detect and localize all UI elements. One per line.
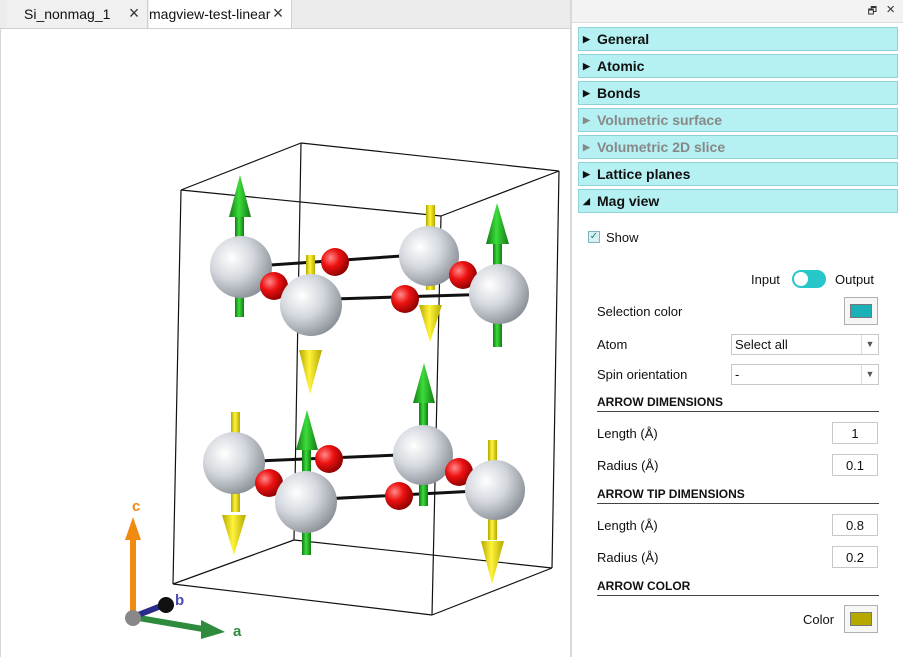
section-bonds[interactable]: ▶ Bonds (578, 81, 898, 105)
section-volumetric-2d-slice[interactable]: ▶ Volumetric 2D slice (578, 135, 898, 159)
expand-arrow-icon: ▶ (583, 87, 590, 98)
tip-radius-input[interactable]: 0.2 (832, 546, 878, 568)
close-icon[interactable]: × (886, 1, 895, 18)
section-atomic[interactable]: ▶ Atomic (578, 54, 898, 78)
toggle-output-label: Output (835, 272, 875, 287)
axis-triad (125, 517, 225, 639)
axis-label-a: a (233, 623, 242, 640)
selection-color-swatch (850, 304, 872, 318)
chevron-down-icon: ▼ (861, 365, 878, 384)
section-lattice-planes[interactable]: ▶ Lattice planes (578, 162, 898, 186)
spin-orientation-label: Spin orientation (597, 367, 688, 382)
toggle-input-label: Input (751, 272, 780, 287)
show-checkbox[interactable]: ✓ (588, 231, 600, 243)
expand-arrow-icon: ▶ (583, 114, 590, 125)
radius-label: Radius (Å) (597, 458, 659, 473)
restore-icon[interactable]: 🗗 (868, 4, 877, 21)
section-general[interactable]: ▶ General (578, 27, 898, 51)
atoms (203, 226, 529, 533)
spin-orientation-select[interactable]: - ▼ (731, 364, 879, 385)
panel-title-bar: 🗗 × (572, 0, 903, 23)
expand-arrow-icon: ▶ (583, 168, 590, 179)
structure-3d-viewport[interactable]: c b a (0, 29, 571, 657)
arrow-color-button[interactable] (844, 605, 878, 633)
tab-label: magview-test-linear (149, 6, 271, 22)
expand-arrow-icon: ▶ (583, 60, 590, 71)
properties-panel: 🗗 × ▶ General ▶ Atomic ▶ Bonds ▶ Volumetric … (572, 0, 903, 657)
radius-input[interactable]: 0.1 (832, 454, 878, 476)
section-volumetric-surface[interactable]: ▶ Volumetric surface (578, 108, 898, 132)
tip-radius-label: Radius (Å) (597, 550, 659, 565)
chevron-down-icon: ▼ (861, 335, 878, 354)
axis-label-c: c (132, 498, 141, 515)
expand-arrow-icon: ▶ (583, 141, 590, 152)
tab-si-nonmag[interactable]: Si_nonmag_1 × (6, 0, 148, 28)
axis-label-b: b (175, 592, 185, 609)
section-mag-view[interactable]: ◢ Mag view (578, 189, 898, 213)
atom-label: Atom (597, 337, 628, 352)
selection-color-button[interactable] (844, 297, 878, 325)
input-output-toggle[interactable] (792, 270, 826, 288)
structure-canvas[interactable] (1, 29, 571, 657)
arrow-color-label: Color (803, 612, 835, 627)
collapse-arrow-icon: ◢ (583, 195, 590, 206)
arrow-tip-dimensions-header: ARROW TIP DIMENSIONS (597, 487, 879, 504)
length-input[interactable]: 1 (832, 422, 878, 444)
close-icon[interactable]: × (125, 4, 143, 22)
arrow-color-swatch (850, 612, 872, 626)
tab-label: Si_nonmag_1 (24, 6, 111, 22)
close-icon[interactable]: × (269, 4, 287, 22)
toggle-knob (794, 272, 808, 286)
length-label: Length (Å) (597, 426, 658, 441)
arrow-color-header: ARROW COLOR (597, 579, 879, 596)
tab-magview-test[interactable]: magview-test-linear × (149, 0, 292, 28)
tip-length-input[interactable]: 0.8 (832, 514, 878, 536)
arrow-dimensions-header: ARROW DIMENSIONS (597, 395, 879, 412)
atom-select[interactable]: Select all ▼ (731, 334, 879, 355)
tip-length-label: Length (Å) (597, 518, 658, 533)
selection-color-label: Selection color (597, 304, 683, 319)
show-label: Show (606, 230, 639, 245)
document-tab-bar: Si_nonmag_1 × magview-test-linear × (0, 0, 570, 29)
expand-arrow-icon: ▶ (583, 33, 590, 44)
